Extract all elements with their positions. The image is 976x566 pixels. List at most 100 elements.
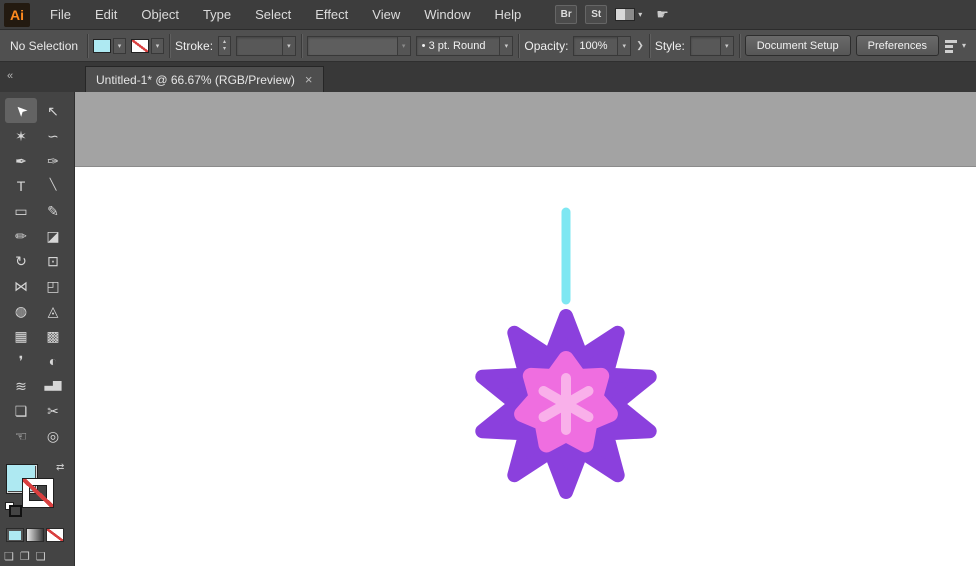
variable-width-dropdown: ▾	[306, 35, 411, 56]
chevron-down-icon[interactable]: ▾	[719, 36, 733, 55]
pen-tool[interactable]: ✒	[5, 148, 37, 173]
preferences-button[interactable]: Preferences	[855, 35, 939, 56]
brush-definition-value: • 3 pt. Round	[417, 40, 500, 52]
perspective-grid-tool[interactable]: ◬	[37, 298, 69, 323]
tool-icon: ⊡	[47, 252, 59, 269]
paintbrush-tool[interactable]: ✎	[37, 198, 69, 223]
menu-object[interactable]: Object	[129, 0, 191, 29]
menu-effect[interactable]: Effect	[303, 0, 360, 29]
document-setup-button[interactable]: Document Setup	[744, 35, 851, 56]
menu-edit[interactable]: Edit	[83, 0, 129, 29]
brush-name: 3 pt. Round	[428, 39, 486, 52]
eyedropper-tool[interactable]: ❜	[5, 348, 37, 373]
canvas-area[interactable]	[75, 92, 976, 566]
draw-behind-icon[interactable]: ❐	[20, 550, 30, 563]
eraser-tool[interactable]: ◪	[37, 223, 69, 248]
chevron-down-icon[interactable]: ▾	[281, 36, 295, 55]
color-mode-button[interactable]	[6, 528, 24, 542]
hand-tool[interactable]: ☜	[5, 423, 37, 448]
scale-tool[interactable]: ⊡	[37, 248, 69, 273]
shape-builder-tool[interactable]: ◍	[5, 298, 37, 323]
tool-icon: ◎	[46, 427, 60, 444]
lasso-tool[interactable]: ∽	[37, 123, 69, 148]
tool-icon: ▃▆	[44, 379, 62, 391]
type-tool[interactable]: T	[5, 173, 37, 198]
menu-view[interactable]: View	[360, 0, 412, 29]
swap-fill-stroke-icon[interactable]: ⇄	[56, 462, 64, 473]
menu-select[interactable]: Select	[243, 0, 303, 29]
document-tab-bar: « Untitled-1* @ 66.67% (RGB/Preview) ×	[0, 62, 976, 92]
rectangle-tool[interactable]: ▭	[5, 198, 37, 223]
document-tab[interactable]: Untitled-1* @ 66.67% (RGB/Preview) ×	[85, 66, 324, 92]
fill-color-swatch[interactable]	[93, 38, 112, 53]
stroke-weight-stepper[interactable]: ▴ ▾	[218, 35, 232, 56]
stroke-color-control[interactable]: ▾	[131, 37, 165, 54]
tool-icon: ✂	[47, 402, 59, 419]
tool-icon: ◍	[14, 302, 28, 319]
menu-label: Help	[494, 7, 522, 22]
tool-icon: ◬	[47, 302, 59, 319]
artwork-layer	[475, 207, 657, 499]
stroke-label[interactable]: Stroke:	[175, 39, 213, 53]
blend-tool[interactable]: ◐	[37, 348, 69, 373]
menu-help[interactable]: Help	[482, 0, 533, 29]
curvature-tool[interactable]: ✑	[37, 148, 69, 173]
line-segment-tool[interactable]: ╲	[37, 173, 69, 198]
align-options-button[interactable]: ▾	[944, 39, 970, 52]
gradient-mode-button[interactable]	[26, 528, 44, 542]
gradient-tool[interactable]: ▩	[37, 323, 69, 348]
menu-label: Select	[255, 7, 292, 22]
symbol-sprayer-tool[interactable]: ≋	[5, 373, 37, 398]
stroke-none-swatch[interactable]	[131, 38, 150, 53]
free-transform-tool[interactable]: ◰	[37, 273, 69, 298]
draw-inside-icon[interactable]: ❑	[36, 550, 46, 563]
artboard-tool[interactable]: ❏	[5, 398, 37, 423]
style-label[interactable]: Style:	[655, 39, 685, 53]
arrange-documents-icon	[615, 8, 636, 21]
pencil-tool[interactable]: ✏	[5, 223, 37, 248]
chevron-down-icon[interactable]: ▾	[113, 37, 127, 54]
zoom-tool[interactable]: ◎	[37, 423, 69, 448]
brush-definition-dropdown[interactable]: • 3 pt. Round ▾	[415, 35, 514, 56]
none-mode-button[interactable]	[46, 528, 64, 542]
stepper-up-icon[interactable]: ▴	[223, 39, 226, 46]
menu-type[interactable]: Type	[191, 0, 243, 29]
opacity-label[interactable]: Opacity:	[524, 39, 568, 53]
menu-bar: Ai File Edit Object Type Select Effect V…	[0, 0, 976, 30]
bridge-button[interactable]: Br	[555, 5, 578, 24]
mesh-tool[interactable]: ▦	[5, 323, 37, 348]
tool-icon: ◐	[48, 352, 58, 369]
stepper-down-icon[interactable]: ▾	[223, 46, 226, 53]
touch-workspace-icon[interactable]: ☛	[656, 6, 669, 23]
stroke-weight-dropdown[interactable]: ▾	[236, 35, 296, 56]
slice-tool[interactable]: ✂	[37, 398, 69, 423]
tool-icon: ≋	[15, 377, 27, 394]
magic-wand-tool[interactable]: ✶	[5, 123, 37, 148]
tool-icon: ↖	[47, 102, 59, 119]
opacity-panel-arrow-icon[interactable]: ❯	[636, 40, 644, 51]
chevron-down-icon[interactable]: ▾	[151, 37, 165, 54]
stroke-color-box[interactable]	[23, 479, 53, 507]
draw-normal-icon[interactable]: ❏	[4, 550, 14, 563]
chevron-down-icon: ▾	[961, 40, 966, 50]
direct-selection-tool[interactable]: ↖	[37, 98, 69, 123]
menu-window[interactable]: Window	[412, 0, 482, 29]
close-icon[interactable]: ×	[305, 73, 313, 86]
selection-tool[interactable]: ➤	[5, 98, 37, 123]
opacity-dropdown[interactable]: 100% ▾	[573, 35, 632, 56]
tool-icon: ◪	[46, 227, 60, 244]
separator	[518, 33, 520, 58]
collapse-panel-icon[interactable]: «	[7, 70, 13, 82]
chevron-down-icon[interactable]: ▾	[617, 36, 631, 55]
illustrator-logo: Ai	[4, 2, 30, 27]
menu-file[interactable]: File	[38, 0, 83, 29]
column-graph-tool[interactable]: ▃▆	[37, 373, 69, 398]
stock-button[interactable]: St	[585, 5, 608, 24]
rotate-tool[interactable]: ↻	[5, 248, 37, 273]
width-tool[interactable]: ⋈	[5, 273, 37, 298]
chevron-down-icon[interactable]: ▾	[499, 36, 513, 55]
fill-color-control[interactable]: ▾	[93, 37, 127, 54]
default-fill-stroke-icon[interactable]	[5, 502, 22, 517]
arrange-documents-button[interactable]: ▾	[615, 8, 642, 21]
style-dropdown[interactable]: ▾	[689, 35, 734, 56]
